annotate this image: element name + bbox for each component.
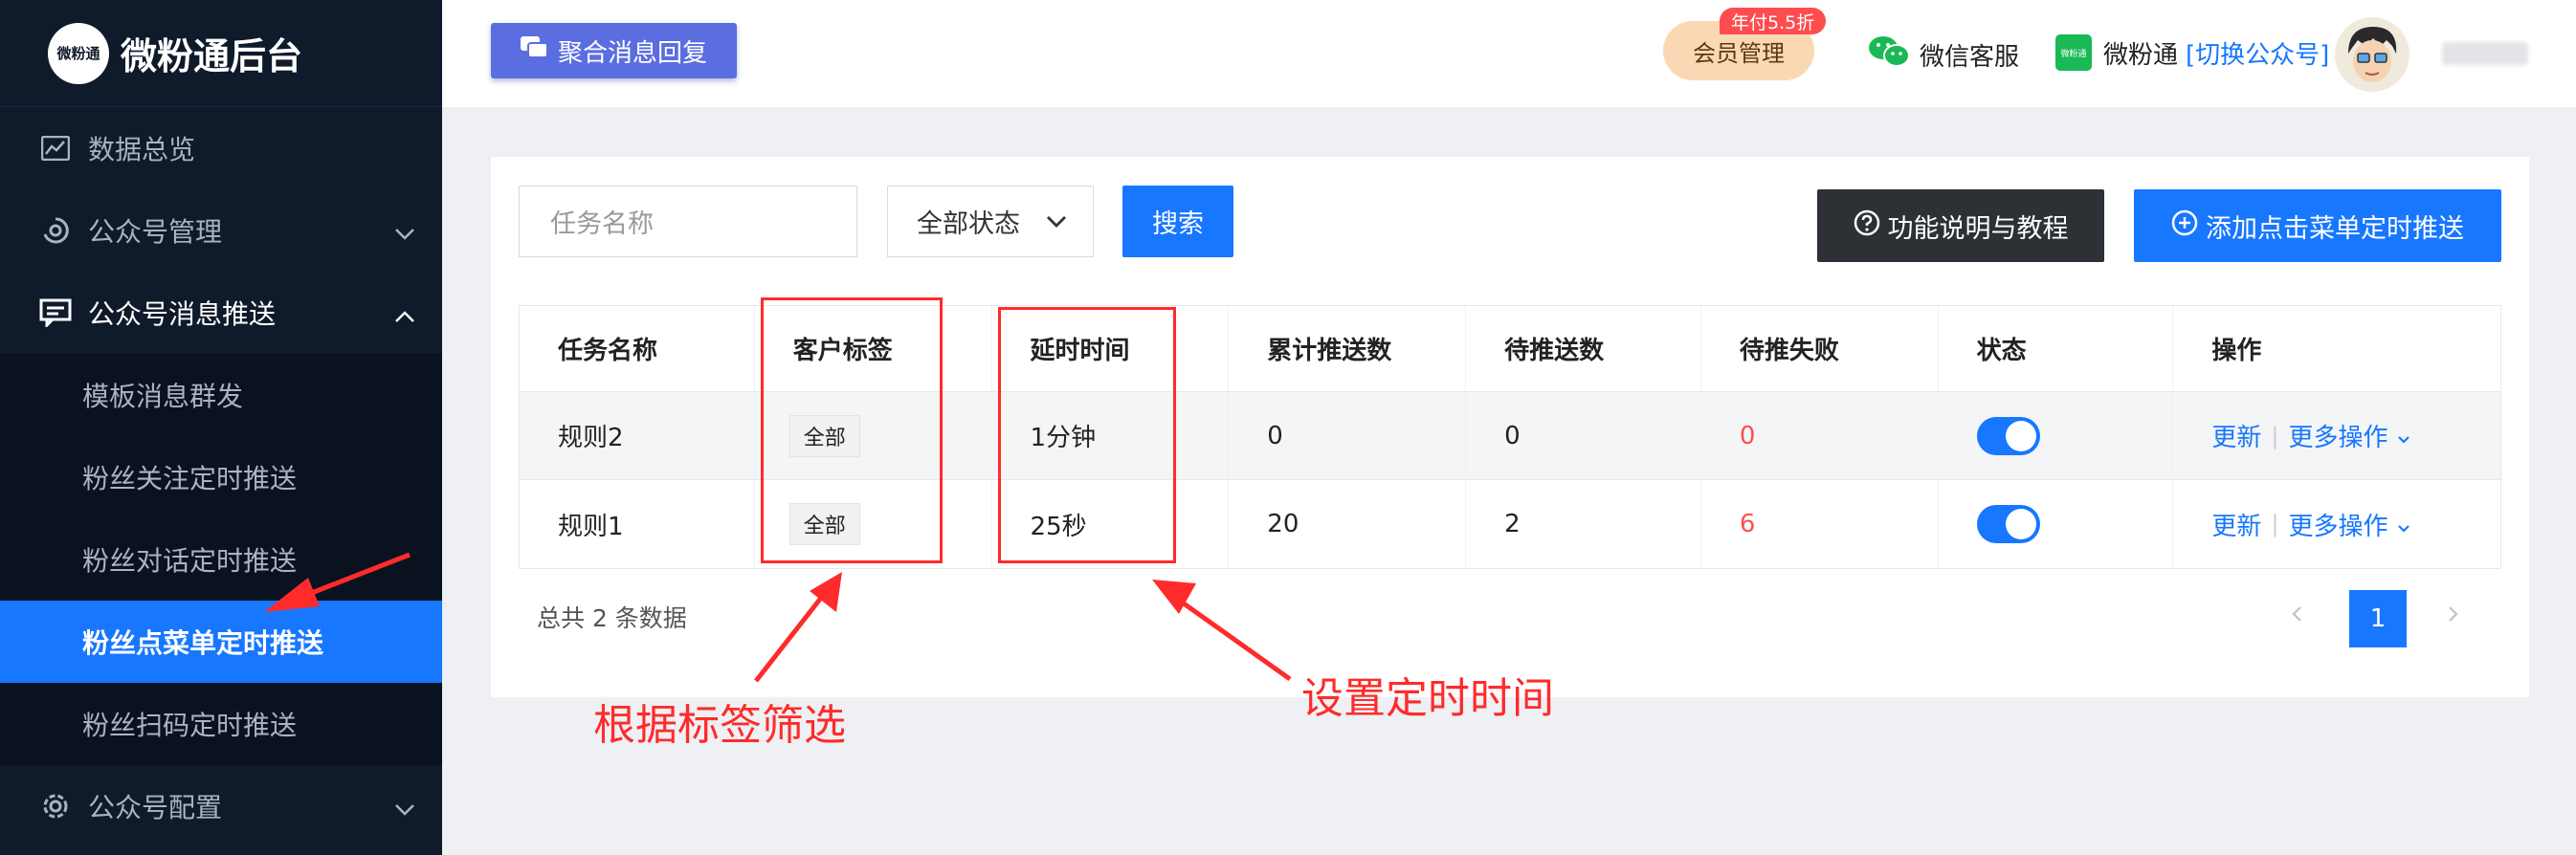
chevron-down-icon	[2396, 424, 2411, 452]
pending-cell: 0	[1466, 392, 1701, 479]
refresh-icon	[38, 213, 73, 248]
sidebar-item-label: 公众号配置	[88, 792, 223, 823]
task-name-cell: 规则2	[520, 392, 755, 479]
question-circle-icon	[1854, 209, 1880, 243]
add-menu-push-label: 添加点击菜单定时推送	[2206, 213, 2464, 244]
status-toggle[interactable]	[1976, 416, 2040, 455]
wechat-service-link[interactable]: 微信客服	[1868, 34, 2019, 76]
annotation-box-tag	[761, 297, 943, 563]
task-name-cell: 规则1	[520, 480, 755, 568]
failed-cell: 0	[1701, 392, 1939, 479]
merge-reply-label: 聚合消息回复	[558, 38, 708, 68]
next-page-button[interactable]	[2447, 603, 2460, 629]
pending-cell: 2	[1466, 480, 1701, 568]
account-logo-icon: 微粉通	[2055, 34, 2092, 71]
add-menu-push-button[interactable]: 添加点击菜单定时推送	[2134, 189, 2501, 262]
column-header: 任务名称	[520, 306, 755, 391]
sidebar-item-message-push[interactable]: 公众号消息推送	[0, 272, 442, 354]
wechat-service-label: 微信客服	[1920, 43, 2020, 72]
avatar[interactable]	[2335, 17, 2409, 92]
username-blurred	[2442, 42, 2528, 65]
sidebar-item-label: 数据总览	[88, 134, 196, 165]
actions-cell: 更新 | 更多操作	[2173, 480, 2500, 568]
separator: |	[2271, 422, 2279, 449]
wechat-icon	[1868, 34, 1910, 76]
sidebar-subitem-menu-push[interactable]: 粉丝点菜单定时推送	[0, 601, 442, 683]
failed-cell: 6	[1701, 480, 1939, 568]
status-select-value: 全部状态	[917, 209, 1020, 239]
search-button[interactable]: 搜索	[1122, 186, 1233, 257]
annotation-box-delay	[998, 307, 1176, 563]
column-header: 待推失败	[1701, 306, 1939, 391]
prev-page-button[interactable]	[2290, 603, 2303, 629]
total-records: 总共 2 条数据	[537, 604, 687, 632]
vip-discount-badge: 年付5.5折	[1720, 8, 1827, 34]
status-cell	[1939, 392, 2174, 479]
page-number-current[interactable]: 1	[2349, 590, 2407, 647]
account-name: 微粉通	[2103, 40, 2179, 70]
update-link[interactable]: 更新	[2211, 418, 2261, 453]
total-pushed-cell: 20	[1229, 480, 1467, 568]
annotation-tag-filter: 根据标签筛选	[593, 701, 846, 750]
sidebar-item-label: 公众号管理	[88, 216, 223, 248]
chart-icon	[38, 131, 73, 165]
column-header: 状态	[1939, 306, 2174, 391]
switch-account-link[interactable]: [切换公众号]	[2186, 35, 2329, 71]
chat-bubbles-icon	[520, 35, 548, 67]
sidebar-item-account-manage[interactable]: 公众号管理	[0, 189, 442, 272]
chevron-down-icon	[394, 792, 415, 823]
merge-reply-button[interactable]: 聚合消息回复	[491, 23, 737, 78]
more-actions-link[interactable]: 更多操作	[2288, 418, 2410, 453]
actions-cell: 更新 | 更多操作	[2173, 392, 2500, 479]
logo-badge: 微粉通	[48, 22, 109, 84]
column-header: 待推送数	[1466, 306, 1701, 391]
top-header: 聚合消息回复 会员管理 年付5.5折 微信客服 微粉通 微粉通 [切换公众号]	[442, 0, 2576, 107]
separator: |	[2271, 511, 2279, 537]
status-cell	[1939, 480, 2174, 568]
toggle-knob	[2005, 509, 2036, 539]
task-name-input[interactable]: 任务名称	[519, 186, 857, 257]
chevron-up-icon	[394, 298, 415, 330]
sidebar-item-label: 公众号消息推送	[88, 298, 277, 330]
annotation-set-time: 设置定时时间	[1301, 674, 1554, 723]
sidebar-subitem-follow-push[interactable]: 粉丝关注定时推送	[0, 436, 442, 518]
toggle-knob	[2005, 420, 2036, 451]
help-tutorial-label: 功能说明与教程	[1887, 213, 2069, 244]
sidebar-subitem-chat-push[interactable]: 粉丝对话定时推送	[0, 518, 442, 601]
chevron-down-icon	[394, 216, 415, 248]
sidebar: 微粉通 微粉通后台 数据总览 公众号管理 公众号消息推送 模板消息群发 粉丝关注…	[0, 0, 442, 855]
logo-text: 微粉通后台	[121, 35, 303, 77]
logo[interactable]: 微粉通 微粉通后台	[0, 0, 442, 107]
total-pushed-cell: 0	[1229, 392, 1467, 479]
chevron-down-icon	[2396, 513, 2411, 541]
more-actions-label: 更多操作	[2288, 512, 2388, 541]
chevron-down-icon	[1045, 208, 1068, 243]
sidebar-item-account-config[interactable]: 公众号配置	[0, 765, 442, 847]
plus-circle-icon	[2171, 209, 2198, 243]
status-toggle[interactable]	[1976, 505, 2040, 543]
account-switcher[interactable]: 微粉通 微粉通 [切换公众号]	[2055, 34, 2329, 71]
gear-icon	[38, 789, 73, 823]
sidebar-subitem-template[interactable]: 模板消息群发	[0, 354, 442, 436]
status-select[interactable]: 全部状态	[887, 186, 1094, 257]
help-tutorial-button[interactable]: 功能说明与教程	[1817, 189, 2104, 262]
more-actions-link[interactable]: 更多操作	[2288, 507, 2410, 542]
sidebar-item-data-overview[interactable]: 数据总览	[0, 107, 442, 189]
column-header: 累计推送数	[1229, 306, 1467, 391]
more-actions-label: 更多操作	[2288, 424, 2388, 452]
column-header: 操作	[2211, 337, 2262, 365]
update-link[interactable]: 更新	[2211, 507, 2261, 542]
message-icon	[38, 296, 73, 330]
sidebar-subitem-scan-push[interactable]: 粉丝扫码定时推送	[0, 683, 442, 765]
